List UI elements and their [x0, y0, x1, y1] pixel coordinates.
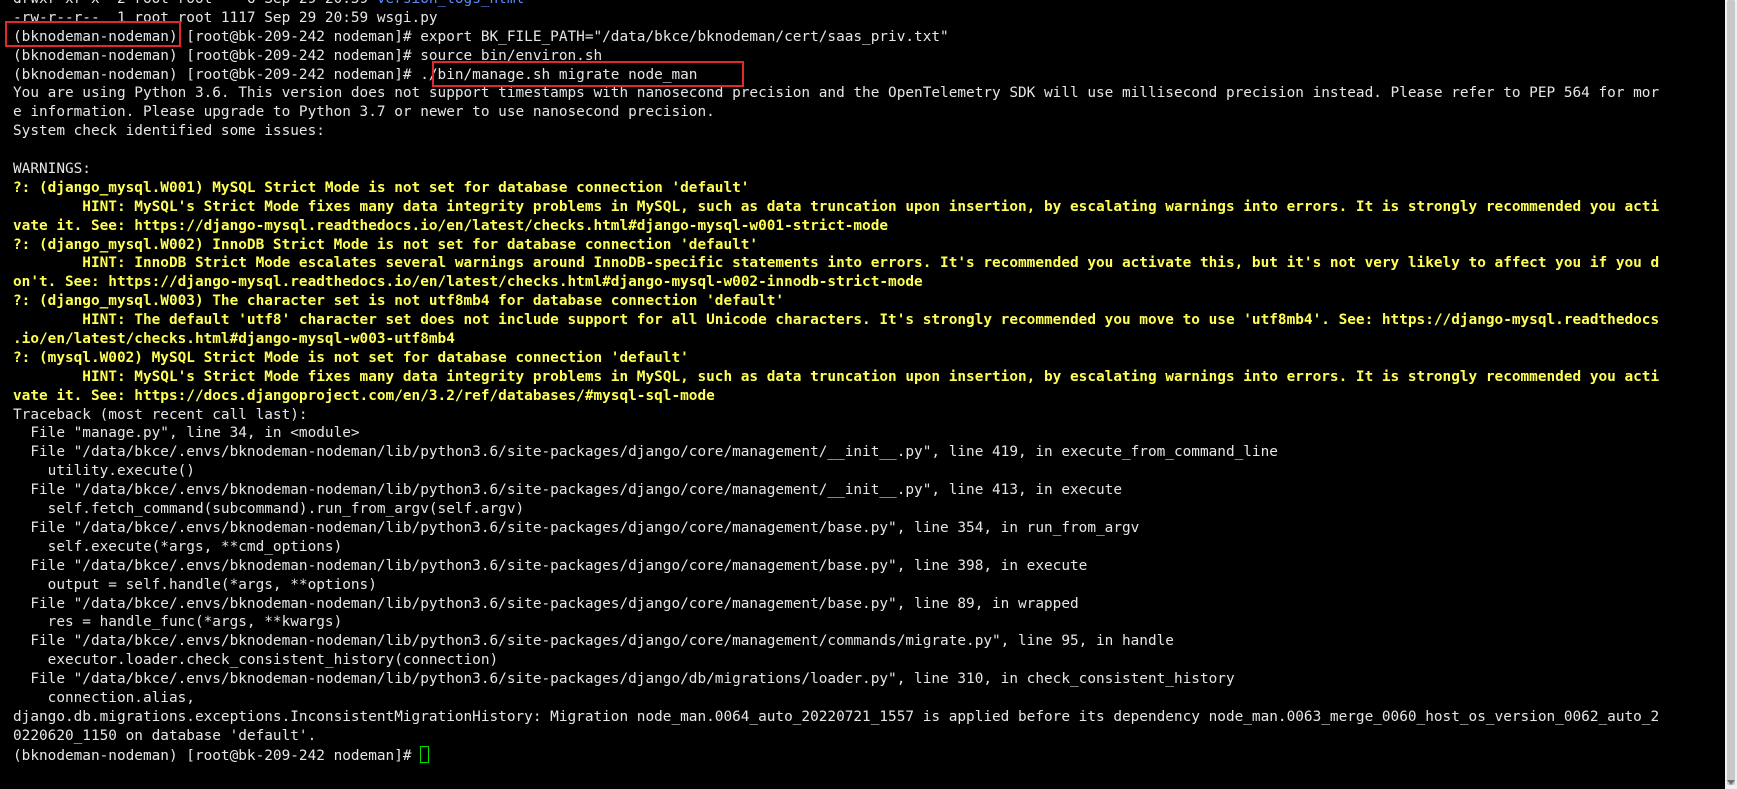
terminal-text: File "/data/bkce/.envs/bknodeman-nodeman…	[13, 633, 1174, 650]
terminal-text: django.db.migrations.exceptions.Inconsis…	[13, 708, 1660, 725]
terminal-text: HINT: MySQL's Strict Mode fixes many dat…	[13, 368, 1660, 385]
terminal-line: -rw-r--r-- 1 root root 1117 Sep 29 20:59…	[13, 9, 1659, 28]
terminal-line: Traceback (most recent call last):	[13, 406, 1659, 425]
terminal-line: 0220620_1150 on database 'default'.	[13, 727, 1659, 746]
terminal-line: e information. Please upgrade to Python …	[13, 103, 1659, 122]
terminal-line: res = handle_func(*args, **kwargs)	[13, 613, 1659, 632]
terminal-line: output = self.handle(*args, **options)	[13, 576, 1659, 595]
terminal-text: You are using Python 3.6. This version d…	[13, 85, 1660, 102]
terminal-line: self.execute(*args, **cmd_options)	[13, 538, 1659, 557]
terminal-text: self.fetch_command(subcommand).run_from_…	[13, 501, 525, 518]
terminal-line: File "/data/bkce/.envs/bknodeman-nodeman…	[13, 443, 1659, 462]
terminal-line: (bknodeman-nodeman) [root@bk-209-242 nod…	[13, 745, 1659, 765]
highlight-box-venv-prompt	[5, 21, 181, 47]
terminal-text: ?: (mysql.W002) MySQL Strict Mode is not…	[13, 349, 689, 366]
terminal-line: System check identified some issues:	[13, 122, 1659, 141]
terminal-line: WARNINGS:	[13, 160, 1659, 179]
terminal-text: utility.execute()	[13, 463, 195, 480]
terminal-line: vate it. See: https://django-mysql.readt…	[13, 217, 1659, 236]
terminal-text: System check identified some issues:	[13, 123, 325, 140]
terminal-line: utility.execute()	[13, 462, 1659, 481]
terminal-text: .io/en/latest/checks.html#django-mysql-w…	[13, 331, 455, 348]
terminal-line: connection.alias,	[13, 689, 1659, 708]
terminal-text: self.execute(*args, **cmd_options)	[13, 538, 343, 555]
terminal-line: ?: (mysql.W002) MySQL Strict Mode is not…	[13, 349, 1659, 368]
terminal-line: executor.loader.check_consistent_history…	[13, 651, 1659, 670]
terminal-line: You are using Python 3.6. This version d…	[13, 84, 1659, 103]
terminal-text: ?: (django_mysql.W001) MySQL Strict Mode…	[13, 179, 750, 196]
terminal-text: HINT: MySQL's Strict Mode fixes many dat…	[13, 198, 1660, 215]
terminal-line: HINT: MySQL's Strict Mode fixes many dat…	[13, 198, 1659, 217]
scroll-down-arrow-icon[interactable]	[1727, 780, 1735, 785]
terminal-text: HINT: The default 'utf8' character set d…	[13, 312, 1660, 329]
terminal-text: File "/data/bkce/.envs/bknodeman-nodeman…	[13, 482, 1122, 499]
terminal-text: File "manage.py", line 34, in <module>	[13, 425, 360, 442]
terminal-line: File "/data/bkce/.envs/bknodeman-nodeman…	[13, 481, 1659, 500]
terminal-text: 0220620_1150 on database 'default'.	[13, 727, 317, 744]
scrollbar-thumb[interactable]	[1727, 0, 1735, 785]
terminal-text: executor.loader.check_consistent_history…	[13, 652, 499, 669]
terminal-line: .io/en/latest/checks.html#django-mysql-w…	[13, 330, 1659, 349]
terminal-text: connection.alias,	[13, 689, 195, 706]
terminal-text: File "/data/bkce/.envs/bknodeman-nodeman…	[13, 595, 1079, 612]
terminal-text: version_logs_html	[377, 0, 524, 7]
terminal-line: (bknodeman-nodeman) [root@bk-209-242 nod…	[13, 47, 1659, 66]
terminal-line: HINT: The default 'utf8' character set d…	[13, 311, 1659, 330]
terminal-text: vate it. See: https://django-mysql.readt…	[13, 217, 889, 234]
terminal-text: output = self.handle(*args, **options)	[13, 576, 377, 593]
terminal-line: HINT: InnoDB Strict Mode escalates sever…	[13, 254, 1659, 273]
terminal-line: File "/data/bkce/.envs/bknodeman-nodeman…	[13, 595, 1659, 614]
terminal-text: drwxr-xr-x 2 root root 6 Sep 29 20:59	[13, 0, 377, 7]
terminal-output: drwxr-xr-x 2 root root 6 Sep 29 20:59 ve…	[13, 0, 1659, 765]
terminal-text: HINT: InnoDB Strict Mode escalates sever…	[13, 255, 1660, 272]
terminal-line: ?: (django_mysql.W002) InnoDB Strict Mod…	[13, 236, 1659, 255]
terminal-cursor	[420, 745, 430, 763]
terminal-line: vate it. See: https://docs.djangoproject…	[13, 387, 1659, 406]
terminal-line: HINT: MySQL's Strict Mode fixes many dat…	[13, 368, 1659, 387]
terminal-text: File "/data/bkce/.envs/bknodeman-nodeman…	[13, 519, 1140, 536]
terminal-line: File "/data/bkce/.envs/bknodeman-nodeman…	[13, 670, 1659, 689]
terminal-line: File "/data/bkce/.envs/bknodeman-nodeman…	[13, 557, 1659, 576]
terminal-text: File "/data/bkce/.envs/bknodeman-nodeman…	[13, 671, 1235, 688]
terminal-line: File "manage.py", line 34, in <module>	[13, 424, 1659, 443]
vertical-scrollbar[interactable]	[1725, 0, 1737, 789]
terminal-line: drwxr-xr-x 2 root root 6 Sep 29 20:59 ve…	[13, 0, 1659, 9]
terminal-line: File "/data/bkce/.envs/bknodeman-nodeman…	[13, 519, 1659, 538]
terminal-line: (bknodeman-nodeman) [root@bk-209-242 nod…	[13, 66, 1659, 85]
terminal-line: (bknodeman-nodeman) [root@bk-209-242 nod…	[13, 28, 1659, 47]
terminal-text: vate it. See: https://docs.djangoproject…	[13, 387, 715, 404]
terminal-text: ?: (django_mysql.W002) InnoDB Strict Mod…	[13, 236, 759, 253]
terminal-line: ?: (django_mysql.W001) MySQL Strict Mode…	[13, 179, 1659, 198]
terminal-line: ?: (django_mysql.W003) The character set…	[13, 292, 1659, 311]
terminal-text: (bknodeman-nodeman) [root@bk-209-242 nod…	[13, 747, 421, 764]
terminal-text: ?: (django_mysql.W003) The character set…	[13, 293, 785, 310]
terminal-text: File "/data/bkce/.envs/bknodeman-nodeman…	[13, 557, 1088, 574]
terminal-window[interactable]: drwxr-xr-x 2 root root 6 Sep 29 20:59 ve…	[0, 0, 1725, 789]
terminal-text: res = handle_func(*args, **kwargs)	[13, 614, 343, 631]
highlight-box-migrate-command	[432, 61, 744, 87]
terminal-text: e information. Please upgrade to Python …	[13, 104, 715, 121]
terminal-line: self.fetch_command(subcommand).run_from_…	[13, 500, 1659, 519]
terminal-text: Traceback (most recent call last):	[13, 406, 308, 423]
terminal-line: File "/data/bkce/.envs/bknodeman-nodeman…	[13, 632, 1659, 651]
terminal-line: django.db.migrations.exceptions.Inconsis…	[13, 708, 1659, 727]
terminal-text: File "/data/bkce/.envs/bknodeman-nodeman…	[13, 444, 1278, 461]
terminal-text: on't. See: https://django-mysql.readthed…	[13, 274, 923, 291]
terminal-text: WARNINGS:	[13, 161, 91, 178]
terminal-line: on't. See: https://django-mysql.readthed…	[13, 273, 1659, 292]
